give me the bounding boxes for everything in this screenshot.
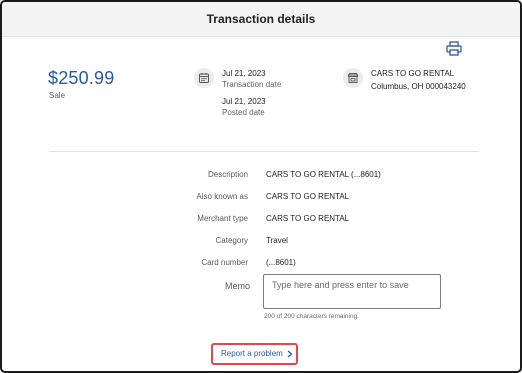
detail-value: Travel [266,236,288,245]
memo-input[interactable] [263,274,441,309]
calendar-icon [199,73,209,83]
storefront-icon-container [343,68,363,88]
print-button[interactable] [445,41,463,57]
merchant-location: Columbus, OH 000043240 [371,82,466,91]
transaction-type: Sale [49,91,66,100]
calendar-icon-container [194,68,214,88]
detail-label: Category [215,236,248,245]
merchant-name: CARS TO GO RENTAL [371,69,455,78]
chevron-right-icon [287,350,293,357]
storefront-icon [347,73,359,83]
report-problem-link[interactable]: Report a problem [221,349,293,358]
posted-date-label: Posted date [222,108,265,117]
printer-icon [446,41,462,56]
panel-header: Transaction details [2,2,520,37]
detail-label: Card number [201,258,248,267]
transaction-date-label: Transaction date [222,80,282,89]
detail-value: CARS TO GO RENTAL (...8601) [266,170,381,179]
memo-character-count: 200 of 200 characters remaining. [264,313,360,320]
detail-value: CARS TO GO RENTAL [266,214,350,223]
detail-value: CARS TO GO RENTAL [266,192,350,201]
detail-label: Description [207,170,248,179]
detail-label: Also known as [196,192,248,201]
posted-date: Jul 21, 2023 [222,97,266,106]
report-problem-label: Report a problem [221,349,283,358]
detail-value: (...8601) [266,258,296,267]
transaction-details-panel: Transaction details $250.99 Sale Jul 21,… [0,0,522,373]
page-title: Transaction details [206,12,316,26]
memo-label: Memo [224,281,250,291]
transaction-date: Jul 21, 2023 [222,69,266,78]
transaction-amount: $250.99 [48,68,115,88]
section-divider [49,151,479,152]
detail-label: Merchant type [197,214,248,223]
